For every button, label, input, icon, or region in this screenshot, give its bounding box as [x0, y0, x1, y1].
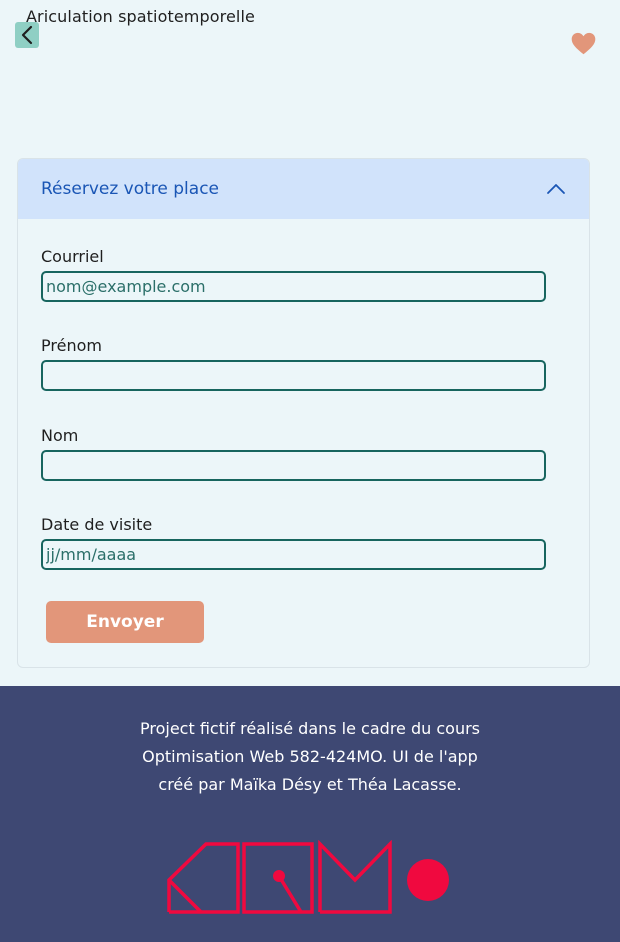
- email-label: Courriel: [41, 247, 104, 266]
- footer-line: Optimisation Web 582-424MO. UI de l'app: [142, 747, 478, 766]
- favorite-button[interactable]: [570, 30, 597, 57]
- submit-button[interactable]: Envoyer: [46, 601, 204, 643]
- firstname-label: Prénom: [41, 336, 102, 355]
- top-bar: Ariculation spatiotemporelle: [0, 0, 620, 150]
- lastname-field[interactable]: [41, 450, 546, 481]
- back-button[interactable]: [15, 22, 39, 48]
- visit-date-label: Date de visite: [41, 515, 153, 534]
- reservation-card: Réservez votre place Courriel Prénom Nom…: [17, 158, 590, 668]
- firstname-field[interactable]: [41, 360, 546, 391]
- reservation-title: Réservez votre place: [41, 179, 220, 199]
- aqm-logo-icon[interactable]: [166, 840, 452, 918]
- reservation-accordion-header[interactable]: Réservez votre place: [18, 159, 589, 219]
- email-field[interactable]: [41, 271, 546, 302]
- footer-line: créé par Maïka Désy et Théa Lacasse.: [158, 775, 462, 794]
- chevron-up-icon: [547, 184, 565, 194]
- footer-credits: Project fictif réalisé dans le cadre du …: [110, 715, 510, 799]
- footer: Project fictif réalisé dans le cadre du …: [0, 686, 620, 942]
- footer-line: Project fictif réalisé dans le cadre du …: [139, 719, 480, 738]
- chevron-left-icon: [21, 25, 33, 45]
- heart-icon: [571, 32, 596, 55]
- visit-date-field[interactable]: [41, 539, 546, 570]
- page-title: Ariculation spatiotemporelle: [26, 7, 255, 26]
- lastname-label: Nom: [41, 426, 79, 445]
